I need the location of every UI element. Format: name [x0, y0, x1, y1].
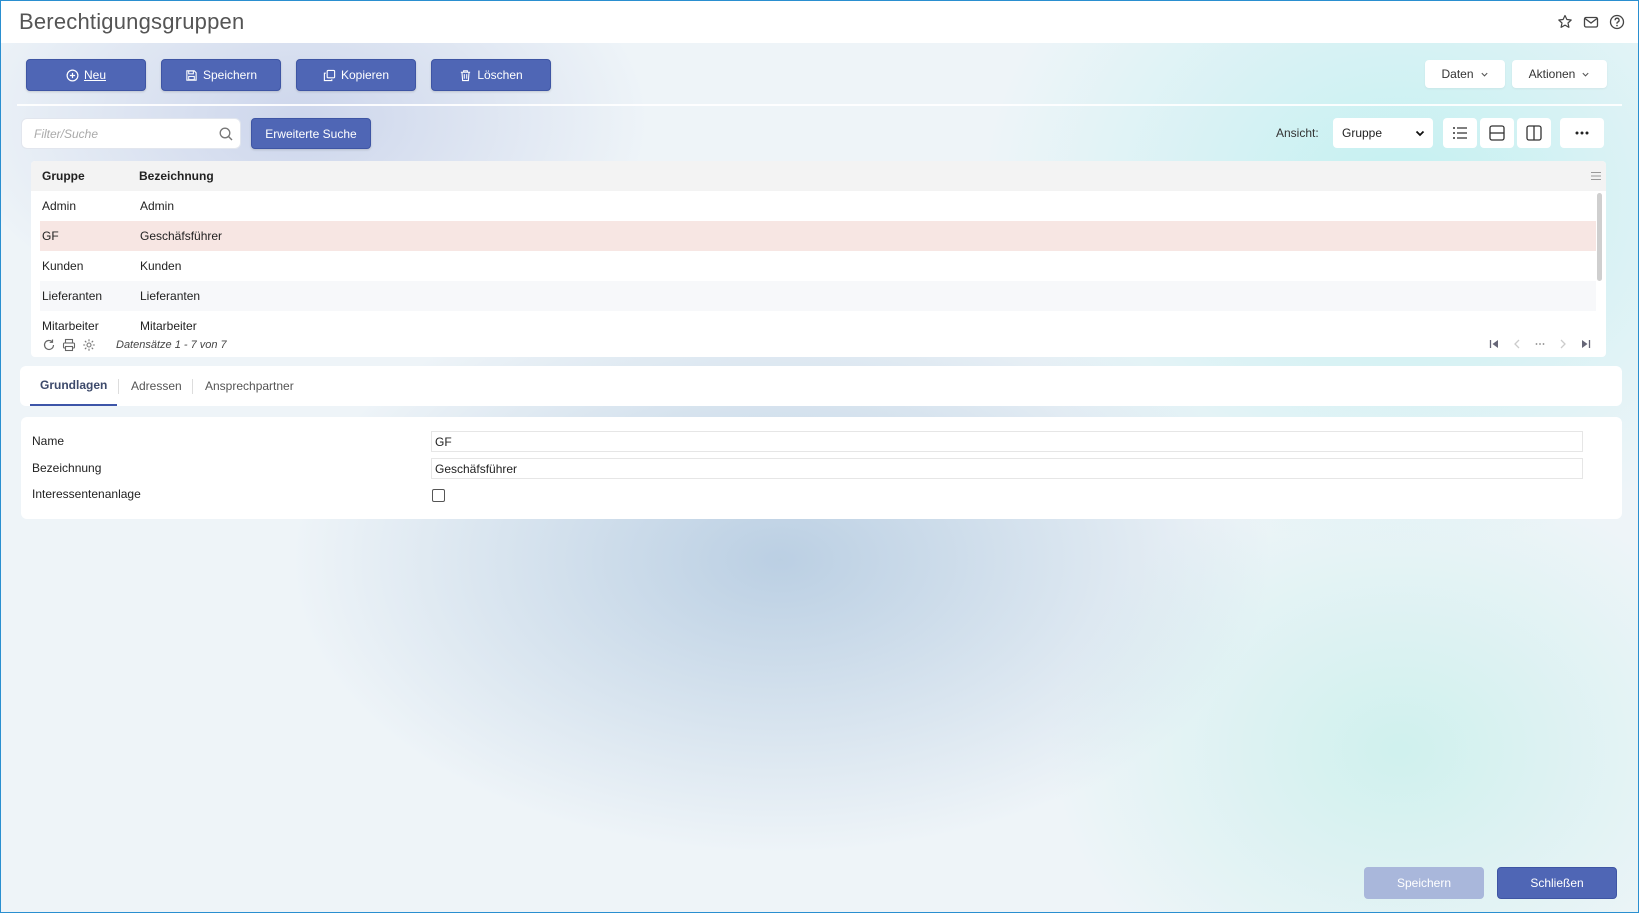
interessentenanlage-label: Interessentenanlage [32, 487, 141, 501]
tab-separator [192, 379, 193, 394]
chevron-down-icon [1415, 130, 1425, 137]
data-menu-label: Daten [1441, 67, 1474, 81]
cell-gruppe: Kunden [42, 259, 84, 273]
save-icon [186, 69, 197, 81]
column-header-gruppe[interactable]: Gruppe [31, 169, 130, 183]
cell-gruppe: GF [42, 229, 59, 243]
settings-icon[interactable] [82, 338, 96, 352]
column-header-bezeichnung[interactable]: Bezeichnung [130, 169, 214, 183]
chevron-down-icon [1480, 72, 1488, 77]
record-count: Datensätze 1 - 7 von 7 [116, 339, 227, 351]
name-field[interactable] [431, 431, 1583, 452]
save-button-label: Speichern [202, 68, 258, 82]
copy-button[interactable]: Kopieren [296, 59, 416, 91]
groups-table: Gruppe Bezeichnung Admin Admin GF Geschä… [31, 161, 1606, 357]
chevron-down-icon [1582, 72, 1589, 77]
save-button[interactable]: Speichern [161, 59, 281, 91]
more-horizontal-icon [1575, 131, 1589, 135]
table-row[interactable]: Lieferanten Lieferanten [40, 281, 1596, 311]
more-pages-icon[interactable] [1534, 338, 1546, 350]
footer-save-label: Speichern [1396, 876, 1452, 890]
table-row-selected[interactable]: GF Geschäfsführer [40, 221, 1596, 251]
table-footer: Datensätze 1 - 7 von 7 [31, 333, 1606, 357]
help-icon[interactable] [1608, 13, 1626, 31]
table-scrollbar[interactable] [1597, 193, 1602, 281]
cell-bezeichnung: Kunden [140, 259, 182, 273]
name-label: Name [32, 434, 65, 448]
new-button[interactable]: Neu [26, 59, 146, 91]
more-options-button[interactable] [1560, 118, 1604, 148]
cell-bezeichnung: Admin [140, 199, 175, 213]
tab-ansprechpartner[interactable]: Ansprechpartner [205, 366, 294, 406]
view-select[interactable]: Gruppe [1333, 118, 1433, 148]
table-row[interactable]: Kunden Kunden [40, 251, 1596, 281]
table-row[interactable]: Admin Admin [40, 191, 1596, 221]
close-button[interactable]: Schließen [1497, 867, 1617, 899]
vertical-split-button[interactable] [1517, 118, 1551, 148]
copy-icon [323, 69, 336, 81]
previous-page-icon[interactable] [1511, 338, 1523, 350]
tab-separator [118, 379, 119, 394]
data-menu-button[interactable]: Daten [1425, 60, 1505, 88]
trash-icon [461, 69, 471, 81]
print-icon[interactable] [62, 338, 76, 352]
bezeichnung-field[interactable] [431, 458, 1583, 479]
page-title: Berechtigungsgruppen [19, 9, 245, 34]
view-label: Ansicht: [1276, 126, 1319, 140]
cell-bezeichnung: Mitarbeiter [140, 319, 197, 333]
title-bar: Berechtigungsgruppen [1, 1, 1638, 43]
cell-bezeichnung: Lieferanten [140, 289, 201, 303]
pager [1488, 338, 1592, 350]
cell-bezeichnung: Geschäfsführer [140, 229, 223, 243]
tab-grundlagen[interactable]: Grundlagen [30, 366, 118, 406]
list-view-button[interactable] [1443, 118, 1477, 148]
delete-button-label: Löschen [477, 68, 523, 82]
tab-adressen[interactable]: Adressen [131, 366, 182, 406]
delete-button[interactable]: Löschen [431, 59, 551, 91]
view-select-value: Gruppe [1342, 126, 1383, 140]
copy-button-label: Kopieren [340, 68, 390, 82]
search-box [21, 118, 241, 149]
cell-gruppe: Mitarbeiter [42, 319, 99, 333]
toolbar-divider [17, 104, 1622, 106]
first-page-icon[interactable] [1488, 338, 1500, 350]
detail-form: Name Bezeichnung Interessentenanlage [21, 417, 1622, 519]
search-input[interactable] [22, 119, 202, 148]
table-header: Gruppe Bezeichnung [31, 161, 1606, 191]
next-page-icon[interactable] [1557, 338, 1569, 350]
star-icon[interactable] [1556, 13, 1574, 31]
footer-save-button[interactable]: Speichern [1364, 867, 1484, 899]
refresh-icon[interactable] [42, 338, 56, 352]
horizontal-split-button[interactable] [1480, 118, 1514, 148]
interessentenanlage-checkbox[interactable] [432, 489, 445, 502]
search-icon[interactable] [218, 126, 234, 142]
new-button-label: Neu [83, 68, 106, 82]
detail-tabs: Grundlagen Adressen Ansprechpartner [20, 366, 1622, 406]
advanced-search-button[interactable]: Erweiterte Suche [251, 118, 371, 149]
split-vertical-icon [1526, 125, 1542, 141]
list-icon [1453, 127, 1467, 139]
column-menu-icon[interactable] [1590, 170, 1602, 182]
advanced-search-label: Erweiterte Suche [265, 126, 357, 141]
actions-menu-button[interactable]: Aktionen [1512, 60, 1607, 88]
title-icons [1556, 13, 1626, 31]
last-page-icon[interactable] [1580, 338, 1592, 350]
cell-gruppe: Admin [42, 199, 77, 213]
plus-circle-icon [66, 69, 79, 81]
close-button-label: Schließen [1530, 876, 1584, 890]
actions-menu-label: Aktionen [1528, 67, 1576, 81]
cell-gruppe: Lieferanten [42, 289, 103, 303]
bezeichnung-label: Bezeichnung [32, 461, 102, 475]
split-horizontal-icon [1489, 125, 1505, 141]
mail-icon[interactable] [1582, 13, 1600, 31]
